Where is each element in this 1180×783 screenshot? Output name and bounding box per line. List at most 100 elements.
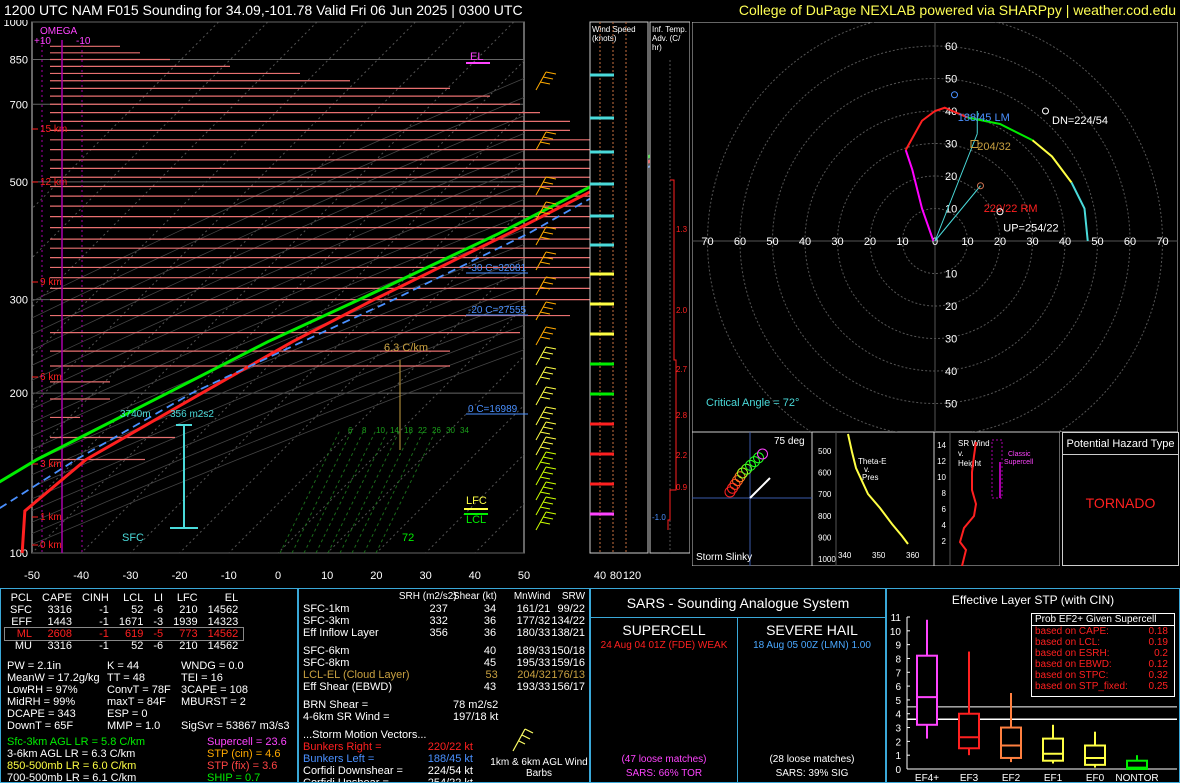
- hail-sig: SARS: 39% SIG: [775, 768, 849, 779]
- hail-title: SEVERE HAIL: [766, 622, 858, 638]
- temp-tick: -40: [73, 570, 89, 582]
- hodo-x-label: 60: [734, 236, 746, 248]
- kin-cell: 237: [429, 603, 448, 615]
- parcel-row[interactable]: MU 3316 -1 52 -6 210 14562: [5, 640, 243, 652]
- barb-staff: [535, 436, 547, 456]
- barb-flag: [542, 371, 554, 375]
- kin-param-row: BRN Shear = 78 m2/s2: [303, 699, 585, 711]
- stp-y-tick: 7: [895, 668, 901, 679]
- index-value: ConvT = 78F: [107, 684, 171, 696]
- wind-barb: [535, 301, 557, 321]
- rm-label: 220/22 RM: [984, 203, 1038, 215]
- barb-flag: [542, 456, 554, 460]
- srwind-y-tick: 2: [942, 537, 947, 546]
- isotherm-line: [32, 60, 524, 553]
- parcel-cell: -6: [153, 640, 164, 652]
- parcel-cell: 619: [124, 628, 144, 640]
- temp-adv-value: -1.0: [652, 513, 666, 522]
- slinky-deg: 75 deg: [774, 436, 805, 447]
- stp-y-tick: 4: [895, 710, 901, 721]
- kinematics-table: SRH (m2/s2) Shear (kt) MnWind SRW SFC-1km 237…: [303, 591, 585, 693]
- temp-tick: 50: [518, 570, 530, 582]
- kin-row[interactable]: SFC-3km 332 36 177/32 134/22: [303, 615, 585, 627]
- isotherm-line: [80, 109, 524, 553]
- supercell-loose: (47 loose matches): [621, 754, 707, 765]
- parcel-cell: -1: [99, 616, 109, 628]
- hodo-ring-label: 10: [945, 269, 957, 281]
- composite-param: SHIP = 0.7: [207, 772, 261, 783]
- barb-flag: [539, 336, 551, 340]
- stp-box: [1042, 737, 1064, 762]
- kin-row[interactable]: SFC-1km 237 34 161/21 99/22: [303, 603, 585, 615]
- mixing-ratio-label: 26: [432, 426, 441, 435]
- kin-cell: Eff Shear (EBWD): [303, 681, 393, 693]
- dry-adiabat: [32, 258, 524, 463]
- barb-flag: [542, 501, 554, 505]
- storm-motion-label: Corfidi Downshear =: [303, 765, 403, 777]
- skewt-plot-area: [32, 22, 524, 553]
- series-dewpoint: [0, 134, 690, 484]
- parcel-header: LFC: [176, 592, 198, 604]
- isotherm-label: -20 C=27555: [468, 305, 527, 316]
- mixing-ratio-line: [279, 429, 341, 553]
- temp-adv-title: Inf. Temp.: [652, 25, 687, 34]
- wind-speed-tick: 120: [623, 570, 641, 582]
- skewt-chart[interactable]: 1002003005007008501000-50 -40 -30 -20 -10 0 10…: [0, 20, 690, 588]
- mixing-ratio-label: 10: [376, 426, 385, 435]
- theta-x-tick: 360: [906, 551, 920, 560]
- kin-row[interactable]: LCL-EL (Cloud Layer) 53 204/32 176/13: [303, 669, 585, 681]
- hazard-value: TORNADO: [1085, 495, 1156, 511]
- kin-row[interactable]: SFC-6km 40 189/33 150/18: [303, 645, 585, 657]
- omega-tick: +10: [34, 36, 51, 47]
- index-value: DownT = 65F: [7, 720, 74, 732]
- barb-flag: [545, 201, 557, 205]
- temp-tick: -10: [221, 570, 237, 582]
- barb-flag: [539, 186, 551, 190]
- storm-motion-row: Bunkers Right = 220/22 kt: [303, 741, 585, 753]
- theta-e-panel: 5006007008009001000 340 350 360Theta-Ev.Pre…: [812, 432, 934, 566]
- parcel-cell: 14562: [207, 640, 239, 652]
- kin-cell: 332: [429, 615, 448, 627]
- srwind-y-tick: 10: [937, 473, 946, 482]
- srwind-title: v.: [958, 449, 964, 458]
- hazard-panel: Potential Hazard Type TORNADO: [1062, 432, 1179, 566]
- slinky-title: Storm Slinky: [696, 552, 752, 563]
- temp-tick: 40: [469, 570, 481, 582]
- barb-flag: [545, 511, 557, 515]
- hodograph-chart[interactable]: 1010202030304040505060607060504030201001…: [692, 22, 1178, 432]
- parcel-row[interactable]: ML 2608 -1 619 -5 773 14562: [3, 627, 245, 641]
- prob-row: based on EBWD: 0.12: [1035, 659, 1174, 670]
- kin-header: [303, 591, 399, 603]
- prob-row: based on ESRH: 0.2: [1035, 648, 1174, 659]
- kin-cell: [403, 669, 450, 681]
- index-value: TEI = 16: [181, 672, 223, 684]
- kin-row[interactable]: SFC-8km 45 195/33 159/16: [303, 657, 585, 669]
- barb-flag: [542, 331, 554, 335]
- kin-row[interactable]: Eff Shear (EBWD) 43 193/33 156/17: [303, 681, 585, 693]
- kin-cell: SFC-3km: [303, 615, 350, 627]
- kin-row[interactable]: Eff Inflow Layer 356 36 180/33 138/21: [303, 627, 585, 639]
- indices-row: LowRH = 97% ConvT = 78F 3CAPE = 108: [7, 684, 297, 696]
- temp-adv-value: 1.3: [676, 225, 688, 234]
- classic-label: Supercell: [1004, 459, 1034, 466]
- hodo-ring-label: 20: [945, 171, 957, 183]
- prob-row: based on CAPE: 0.18: [1035, 626, 1174, 637]
- parcel-row[interactable]: SFC 3316 -1 52 -6 210 14562: [5, 604, 243, 616]
- barb-staff: [535, 276, 547, 296]
- stp-y-tick: 10: [890, 627, 902, 638]
- hodo-x-label: 40: [799, 236, 811, 248]
- composite-params: Supercell = 23.6 STP (cin) = 4.6 STP (fix)…: [207, 736, 287, 783]
- index-value: DCAPE = 343: [7, 708, 76, 720]
- barb-flag: [539, 141, 551, 145]
- theta-y-tick: 500: [818, 447, 832, 456]
- temp-tick: 30: [419, 570, 431, 582]
- barb-label: 1km & 6km AGL Wind Barbs: [490, 757, 588, 779]
- pressure-tick: 700: [10, 99, 28, 111]
- parcel-cell: 1443: [47, 616, 72, 628]
- indices-row: PW = 2.1in K = 44 WNDG = 0.0: [7, 660, 297, 672]
- temp-adv-value: 0.9: [676, 483, 688, 492]
- barb-staff: [535, 511, 547, 531]
- dry-adiabat: [32, 96, 524, 319]
- wind-barb: [535, 326, 557, 346]
- parcel-row[interactable]: EFF 1443 -1 1671 -3 1939 14323: [5, 616, 243, 628]
